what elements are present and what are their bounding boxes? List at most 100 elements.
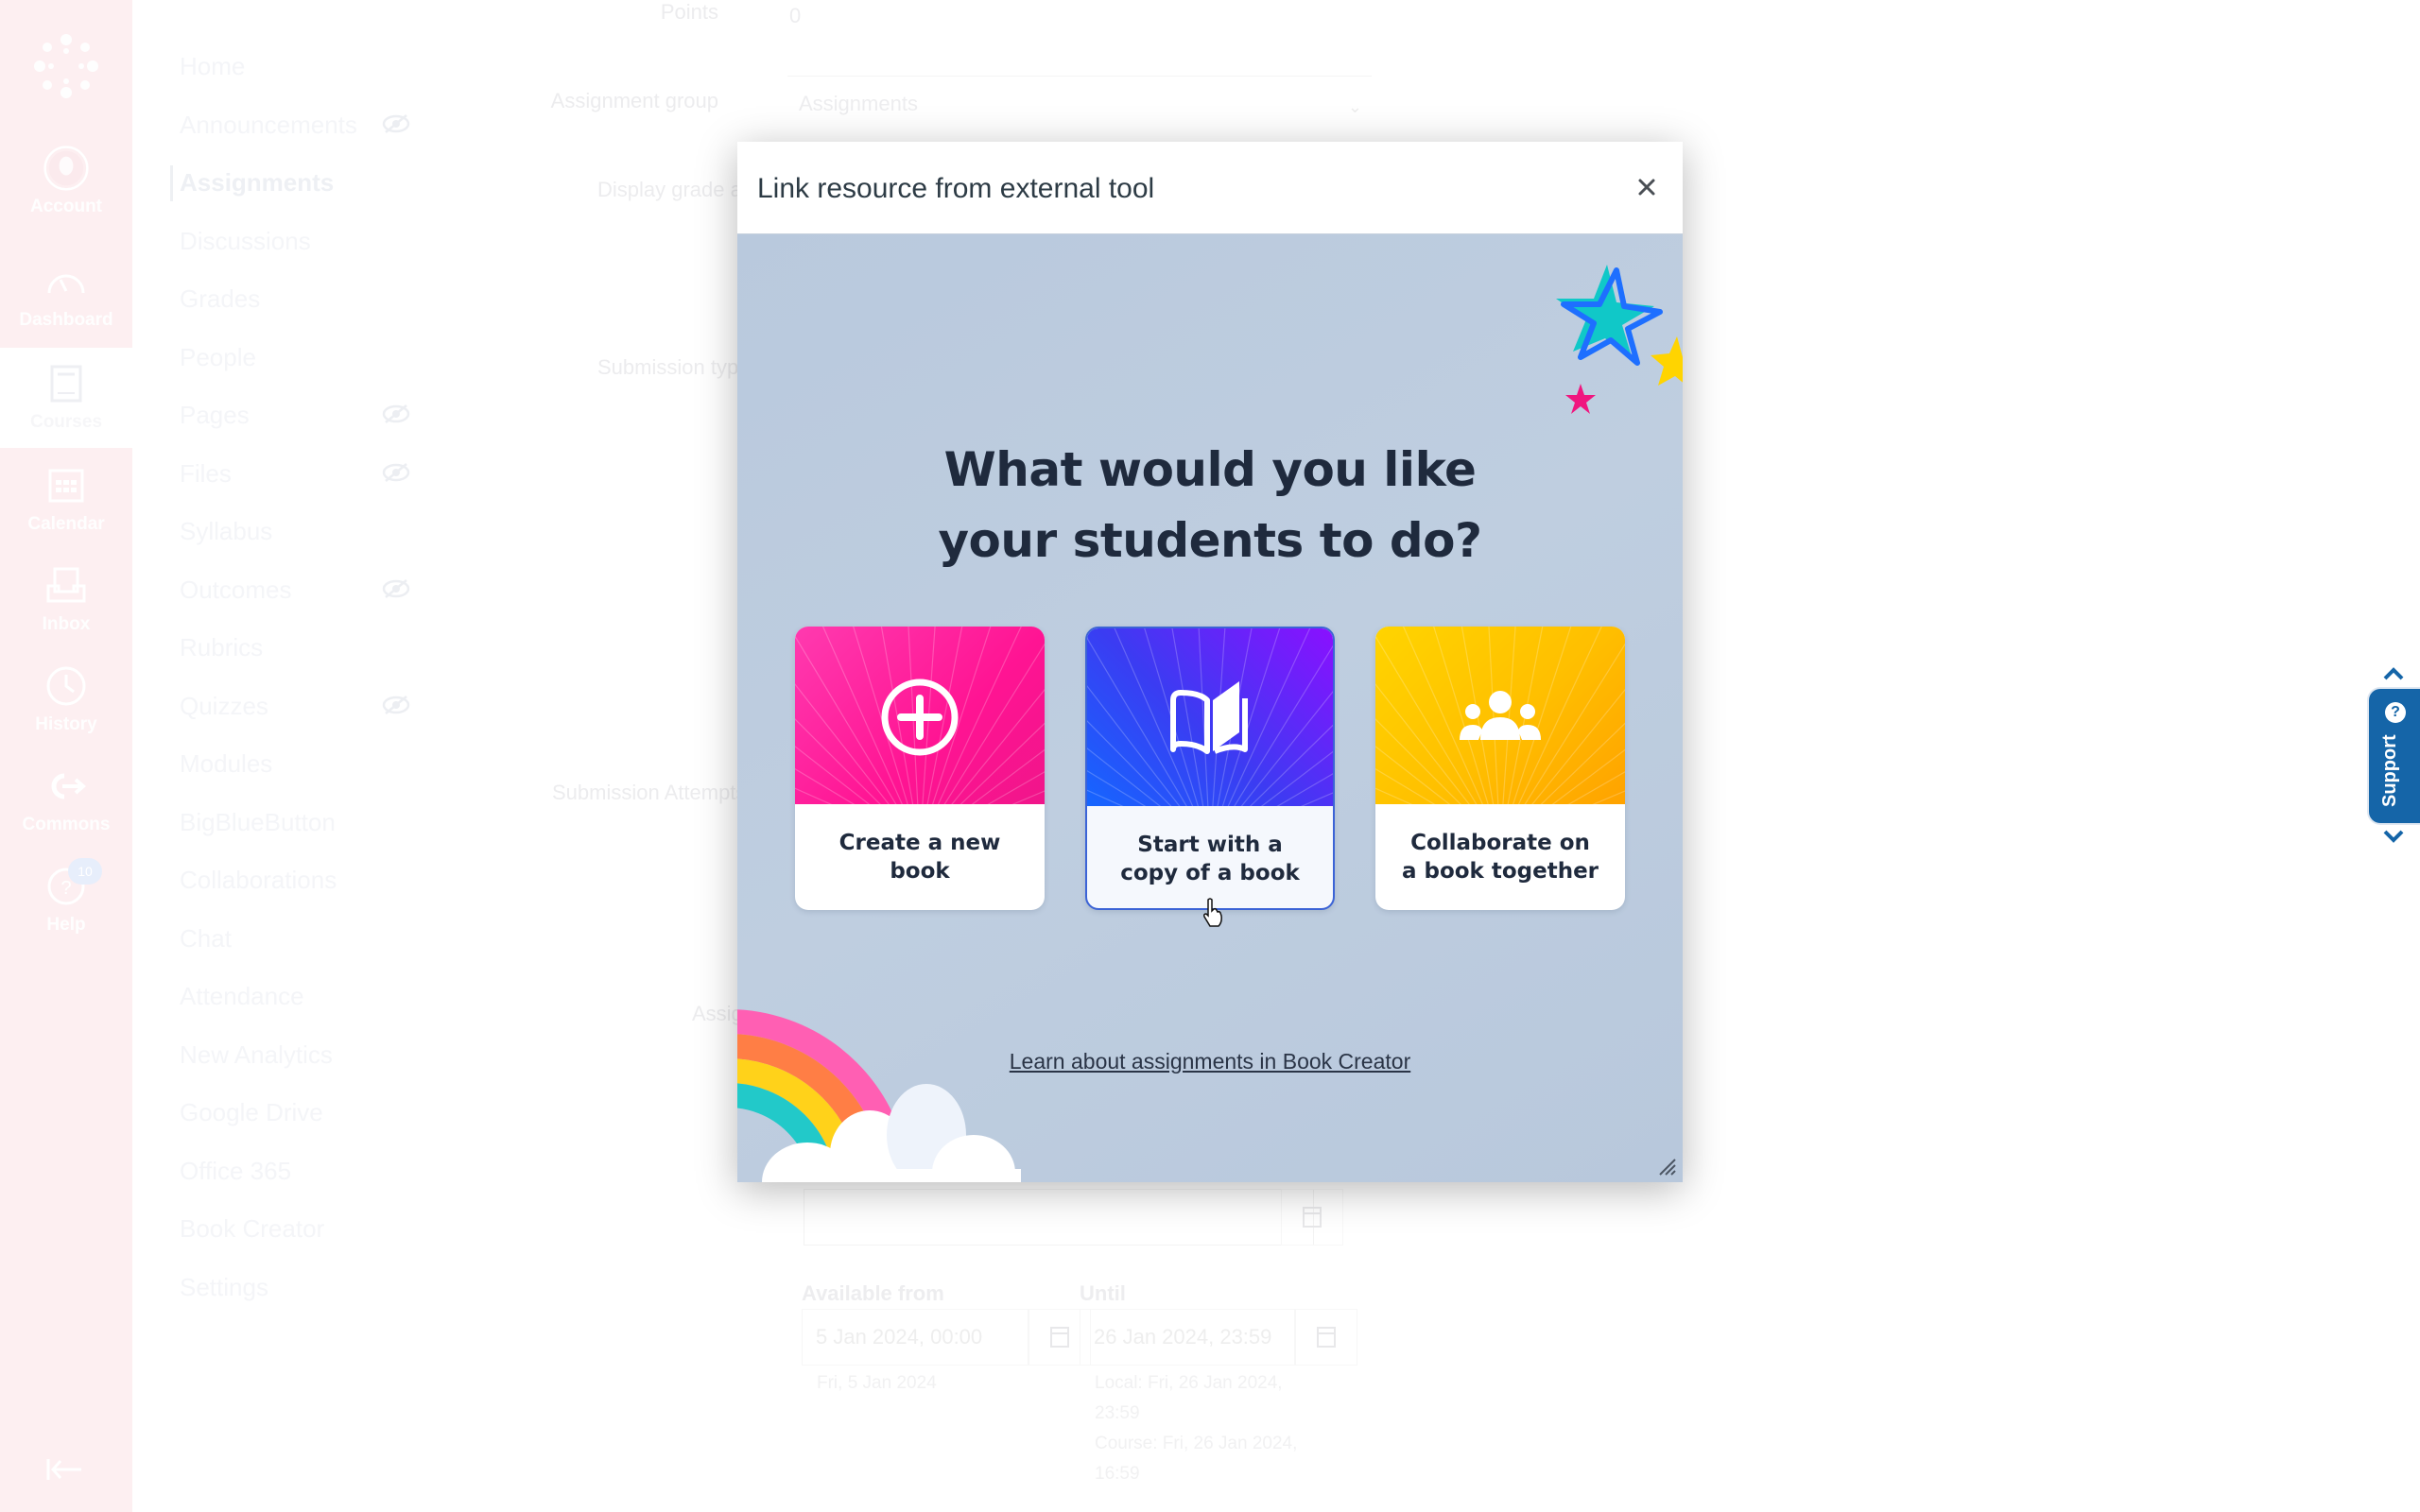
- course-nav-item[interactable]: Grades: [170, 270, 416, 329]
- course-nav-item[interactable]: Office 365: [170, 1143, 416, 1201]
- support-scroll-down-icon[interactable]: [2382, 830, 2405, 843]
- course-nav-label: Modules: [180, 749, 273, 779]
- create-new-book-card[interactable]: Create a new book: [795, 627, 1045, 910]
- svg-text:?: ?: [60, 878, 71, 899]
- card-banner: [1087, 628, 1333, 806]
- course-nav-label: People: [180, 342, 256, 371]
- global-nav-history[interactable]: History: [0, 650, 132, 750]
- canvas-logo-icon[interactable]: [32, 32, 100, 100]
- course-nav-item[interactable]: BigBlueButton: [170, 794, 416, 852]
- until-note-course: Course: Fri, 26 Jan 2024, 16:59: [1095, 1434, 1298, 1484]
- resize-handle-icon[interactable]: [1656, 1156, 1677, 1177]
- course-nav-item[interactable]: People: [170, 329, 416, 387]
- course-nav-label: Attendance: [180, 982, 304, 1011]
- global-nav-label: Courses: [29, 412, 103, 432]
- course-nav-label: BigBlueButton: [180, 807, 336, 836]
- global-nav-label: History: [35, 714, 97, 734]
- support-tab[interactable]: ? Support: [2367, 687, 2420, 825]
- calendar-icon: [1050, 1327, 1069, 1348]
- course-nav-item[interactable]: Collaborations: [170, 851, 416, 910]
- course-nav-label: Google Drive: [180, 1098, 323, 1127]
- course-nav-item[interactable]: Book Creator: [170, 1200, 416, 1259]
- support-scroll-up-icon[interactable]: [2382, 667, 2405, 680]
- stars-decoration-icon: [1556, 265, 1683, 414]
- until-calendar-button[interactable]: [1295, 1309, 1357, 1366]
- collapse-nav-icon[interactable]: [45, 1455, 83, 1484]
- hidden-eye-icon: [382, 695, 410, 714]
- course-nav-item[interactable]: Discussions: [170, 213, 416, 271]
- card-label: Collaborate on a book together: [1401, 831, 1599, 884]
- display-grade-label: Display grade as: [597, 178, 752, 201]
- course-nav-item[interactable]: Attendance: [170, 968, 416, 1026]
- assign-to-input[interactable]: [804, 1189, 1314, 1246]
- assignment-group-label: Assignment group: [550, 89, 718, 112]
- global-nav-inbox[interactable]: Inbox: [0, 550, 132, 650]
- course-nav-item[interactable]: New Analytics: [170, 1026, 416, 1085]
- global-nav-label: Dashboard: [19, 310, 113, 330]
- calendar-icon: [43, 463, 89, 508]
- course-nav-item[interactable]: Pages: [170, 387, 416, 445]
- plus-circle-icon: [881, 679, 959, 756]
- course-nav-item[interactable]: Assignments: [170, 154, 416, 213]
- open-book-icon: [1170, 681, 1248, 754]
- course-nav-item[interactable]: Google Drive: [170, 1084, 416, 1143]
- global-nav-help[interactable]: ? 10 Help: [0, 850, 132, 951]
- card-banner: [795, 627, 1045, 804]
- global-nav-account[interactable]: Account: [0, 132, 132, 232]
- course-nav-label: Collaborations: [180, 866, 337, 895]
- course-nav-item[interactable]: Announcements: [170, 96, 416, 155]
- points-input[interactable]: 0: [789, 4, 801, 28]
- available-from-note: Fri, 5 Jan 2024: [817, 1373, 937, 1393]
- global-nav-label: Account: [30, 197, 102, 216]
- course-nav-label: Rubrics: [180, 633, 264, 662]
- course-nav-label: Book Creator: [180, 1214, 325, 1244]
- modal-title: Link resource from external tool: [757, 173, 1155, 204]
- until-input[interactable]: 26 Jan 2024, 23:59: [1080, 1309, 1295, 1366]
- courses-icon: [43, 361, 89, 406]
- copy-book-card[interactable]: Start with a copy of a book: [1085, 627, 1335, 910]
- course-nav-item[interactable]: Files: [170, 445, 416, 504]
- assignment-group-select[interactable]: Assignments ⌄: [787, 76, 1372, 132]
- global-nav-label: Help: [46, 915, 86, 935]
- course-nav-item[interactable]: Syllabus: [170, 503, 416, 561]
- course-nav-label: Chat: [180, 923, 232, 953]
- course-nav-label: Office 365: [180, 1156, 292, 1185]
- course-nav-label: Files: [180, 458, 232, 488]
- available-from-input[interactable]: 5 Jan 2024, 00:00: [802, 1309, 1028, 1366]
- course-nav-item[interactable]: Chat: [170, 910, 416, 969]
- global-nav-courses[interactable]: Courses: [0, 348, 132, 448]
- global-nav-label: Commons: [22, 815, 111, 834]
- course-nav-item[interactable]: Rubrics: [170, 619, 416, 678]
- global-nav-dashboard[interactable]: Dashboard: [0, 246, 132, 346]
- course-nav-label: Pages: [180, 401, 250, 430]
- global-nav-commons[interactable]: Commons: [0, 750, 132, 850]
- course-nav-label: Outcomes: [180, 575, 292, 604]
- inbox-icon: [43, 563, 89, 609]
- course-nav-label: New Analytics: [180, 1040, 333, 1069]
- course-nav-label: Settings: [180, 1272, 268, 1301]
- close-button[interactable]: [1630, 170, 1664, 204]
- support-label: Support: [2379, 734, 2400, 807]
- calendar-button[interactable]: [1281, 1189, 1343, 1246]
- course-nav: Home Announcements Assignments Discussions G…: [170, 38, 416, 1316]
- avatar-icon: [43, 146, 89, 191]
- card-banner: [1375, 627, 1625, 804]
- course-nav-label: Grades: [180, 284, 261, 314]
- learn-assignments-link-text[interactable]: Learn about assignments in Book Creator: [1010, 1049, 1410, 1074]
- hidden-eye-icon: [382, 113, 410, 133]
- course-nav-item[interactable]: Settings: [170, 1259, 416, 1317]
- course-nav-item[interactable]: Outcomes: [170, 561, 416, 620]
- course-nav-item[interactable]: Home: [170, 38, 416, 96]
- collaborate-book-card[interactable]: Collaborate on a book together: [1375, 627, 1625, 910]
- prompt-heading-line2: your students to do?: [938, 513, 1482, 568]
- prompt-heading: What would you like your students to do?: [737, 435, 1683, 576]
- question-icon: ?: [2385, 702, 2406, 723]
- group-icon: [1460, 691, 1541, 740]
- calendar-icon: [1317, 1327, 1336, 1348]
- card-label: Start with a copy of a book: [1120, 833, 1300, 885]
- course-nav-item[interactable]: Modules: [170, 735, 416, 794]
- course-nav-item[interactable]: Quizzes: [170, 678, 416, 736]
- global-nav-calendar[interactable]: Calendar: [0, 450, 132, 550]
- hand-cursor-icon: [1203, 898, 1222, 927]
- until-note-local: Local: Fri, 26 Jan 2024, 23:59: [1095, 1373, 1283, 1423]
